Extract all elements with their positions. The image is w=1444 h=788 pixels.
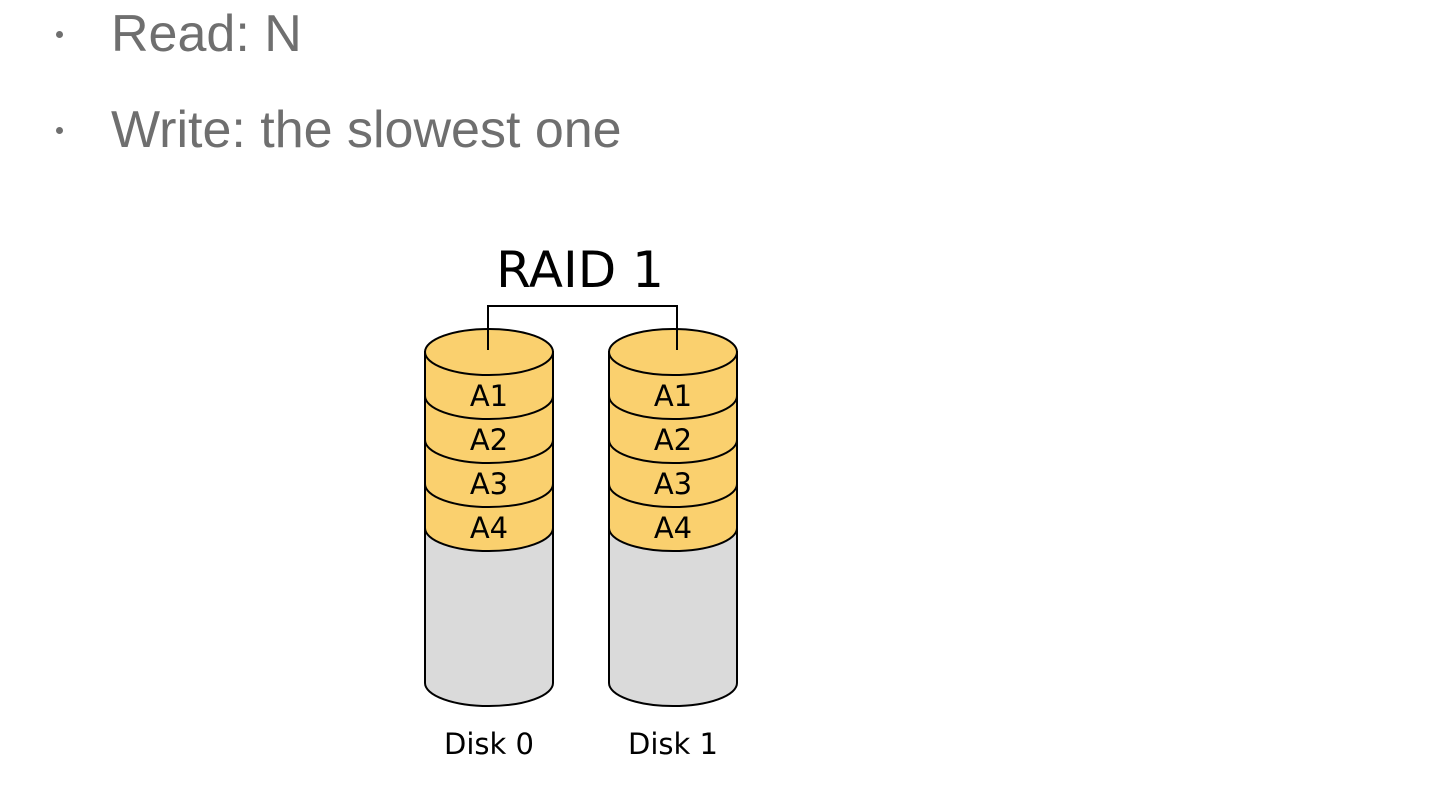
- block-label: A2: [654, 423, 692, 457]
- disk-0: A1 A2 A3 A4: [424, 328, 554, 707]
- block-label: A2: [470, 423, 508, 457]
- block-label: A4: [470, 511, 508, 545]
- diagram-title: RAID 1: [496, 241, 664, 299]
- block-label: A3: [654, 467, 692, 501]
- disk-top-cap: [608, 328, 738, 376]
- disk-label: Disk 0: [444, 727, 534, 761]
- block-label: A4: [654, 511, 692, 545]
- disk-empty-space: [424, 527, 554, 707]
- disk-1: A1 A2 A3 A4: [608, 328, 738, 707]
- block-label: A1: [654, 379, 692, 413]
- disk-label: Disk 1: [628, 727, 718, 761]
- disk-empty-space: [608, 527, 738, 707]
- raid-diagram: RAID 1 A1 A2 A3 A4 A1 A2 A3 A4 Disk 0 Disk 1: [424, 241, 738, 761]
- block-label: A1: [470, 379, 508, 413]
- block-label: A3: [470, 467, 508, 501]
